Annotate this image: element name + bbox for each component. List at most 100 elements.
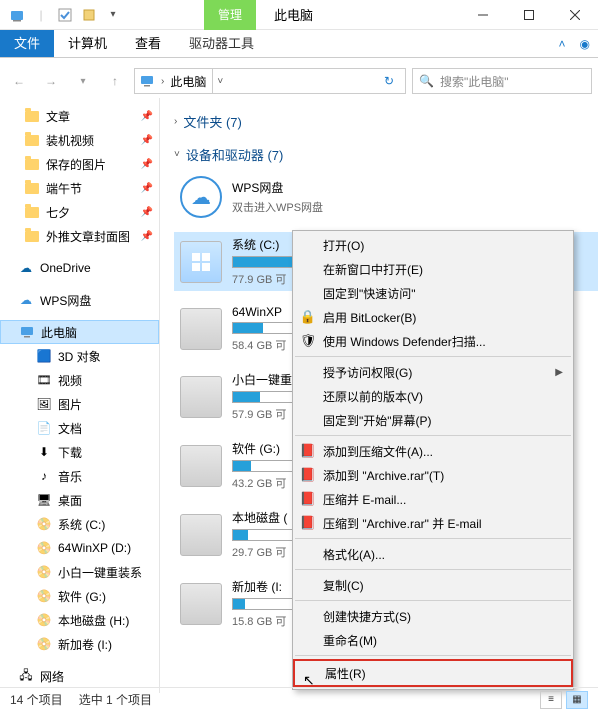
menu-item[interactable]: 📕添加到压缩文件(A)... (293, 439, 573, 463)
item-icon: ⬇ (36, 444, 52, 460)
drive-icon (180, 241, 222, 283)
manage-tab[interactable]: 管理 (204, 0, 256, 30)
pin-icon: 📌 (141, 111, 153, 122)
tree-item[interactable]: 📀软件 (G:) (0, 584, 159, 608)
folder-icon (24, 132, 40, 148)
menu-item[interactable]: 🛡使用 Windows Defender扫描... (293, 329, 573, 353)
breadcrumb[interactable]: 此电脑 (170, 73, 206, 90)
tree-network[interactable]: 🖧网络 (0, 664, 159, 688)
tab-computer[interactable]: 计算机 (54, 30, 121, 57)
quick-access-toolbar: | ▾ (0, 4, 124, 26)
up-button[interactable]: ↑ (102, 68, 128, 94)
menu-item[interactable]: 重命名(M) (293, 628, 573, 652)
minimize-button[interactable] (460, 0, 506, 30)
qat-checkbox-icon[interactable] (54, 4, 76, 26)
item-icon: 📀 (36, 588, 52, 604)
tab-view[interactable]: 查看 (121, 30, 175, 57)
status-selection: 选中 1 个项目 (79, 691, 152, 708)
tree-item[interactable]: 装机视频📌 (0, 128, 159, 152)
menu-item[interactable]: 授予访问权限(G)▶ (293, 360, 573, 384)
view-tiles-button[interactable]: ▦ (566, 691, 588, 709)
drive-icon (180, 376, 222, 418)
pin-icon: 📌 (141, 231, 153, 242)
maximize-button[interactable] (506, 0, 552, 30)
tree-label: 音乐 (58, 468, 82, 485)
tree-label: WPS网盘 (40, 292, 91, 309)
tree-label: 3D 对象 (58, 348, 101, 365)
menu-item[interactable]: 打开(O) (293, 233, 573, 257)
menu-item[interactable]: 创建快捷方式(S) (293, 604, 573, 628)
item-icon: 📀 (36, 516, 52, 532)
tree-label: OneDrive (40, 261, 91, 275)
search-icon: 🔍 (419, 74, 434, 88)
help-icon[interactable]: ◉ (580, 37, 590, 51)
tree-label: 小白一键重装系 (58, 564, 142, 581)
tree-item[interactable]: 🎞视频 (0, 368, 159, 392)
tab-file[interactable]: 文件 (0, 30, 54, 57)
tree-onedrive[interactable]: ☁ OneDrive (0, 256, 159, 280)
tree-item[interactable]: 📄文档 (0, 416, 159, 440)
menu-item[interactable]: 📕压缩并 E-mail... (293, 487, 573, 511)
tree-item[interactable]: 📀新加卷 (I:) (0, 632, 159, 656)
item-icon: 🖼 (36, 396, 52, 412)
tree-item[interactable]: 外推文章封面图📌 (0, 224, 159, 248)
window-controls (460, 0, 598, 30)
cloud-icon: ☁ (18, 292, 34, 308)
tree-item[interactable]: 🟦3D 对象 (0, 344, 159, 368)
item-icon: 🖥 (36, 492, 52, 508)
tree-item[interactable]: 七夕📌 (0, 200, 159, 224)
cloud-icon: ☁ (18, 260, 34, 276)
tree-item[interactable]: ♪音乐 (0, 464, 159, 488)
tree-item[interactable]: 📀本地磁盘 (H:) (0, 608, 159, 632)
tree-item[interactable]: 端午节📌 (0, 176, 159, 200)
crumb-arrow-icon[interactable]: › (161, 76, 164, 87)
submenu-arrow-icon: ▶ (555, 367, 563, 378)
tree-item[interactable]: 📀64WinXP (D:) (0, 536, 159, 560)
refresh-button[interactable]: ↻ (377, 74, 401, 88)
qat-separator: | (30, 4, 52, 26)
address-dropdown-icon[interactable]: ˅ (212, 69, 227, 93)
tree-wps[interactable]: ☁ WPS网盘 (0, 288, 159, 312)
menu-separator (295, 655, 571, 656)
close-button[interactable] (552, 0, 598, 30)
tree-item[interactable]: 📀小白一键重装系 (0, 560, 159, 584)
menu-item[interactable]: 复制(C) (293, 573, 573, 597)
menu-item[interactable]: 在新窗口中打开(E) (293, 257, 573, 281)
menu-item[interactable]: 🔒启用 BitLocker(B) (293, 305, 573, 329)
properties-icon[interactable] (78, 4, 100, 26)
search-input[interactable]: 🔍 搜索"此电脑" (412, 68, 592, 94)
menu-item[interactable]: 📕添加到 "Archive.rar"(T) (293, 463, 573, 487)
menu-item[interactable]: 固定到"开始"屏幕(P) (293, 408, 573, 432)
menu-separator (295, 538, 571, 539)
tree-item[interactable]: 📀系统 (C:) (0, 512, 159, 536)
menu-item[interactable]: 格式化(A)... (293, 542, 573, 566)
menu-item-label: 压缩到 "Archive.rar" 并 E-mail (323, 515, 482, 532)
tree-item[interactable]: 保存的图片📌 (0, 152, 159, 176)
menu-item[interactable]: 还原以前的版本(V) (293, 384, 573, 408)
address-bar[interactable]: › 此电脑 ˅ ↻ (134, 68, 406, 94)
menu-item[interactable]: 属性(R)↖ (293, 659, 573, 687)
menu-item[interactable]: 固定到"快速访问" (293, 281, 573, 305)
qat-dropdown-icon[interactable]: ▾ (102, 4, 124, 26)
item-icon: 📀 (36, 636, 52, 652)
tree-item[interactable]: 文章📌 (0, 104, 159, 128)
wps-drive-item[interactable]: ☁ WPS网盘 双击进入WPS网盘 (174, 172, 598, 222)
group-folders[interactable]: › 文件夹 (7) (174, 112, 598, 131)
tree-item[interactable]: 🖼图片 (0, 392, 159, 416)
tree-item[interactable]: ⬇下载 (0, 440, 159, 464)
tab-drive-tools[interactable]: 驱动器工具 (175, 30, 268, 57)
item-icon: 🎞 (36, 372, 52, 388)
back-button[interactable]: ← (6, 68, 32, 94)
forward-button[interactable]: → (38, 68, 64, 94)
menu-item[interactable]: 📕 压缩到 "Archive.rar" 并 E-mail (293, 511, 573, 535)
view-details-button[interactable]: ≡ (540, 691, 562, 709)
menu-separator (295, 600, 571, 601)
tree-item[interactable]: 🖥桌面 (0, 488, 159, 512)
recent-locations-icon[interactable]: ▾ (70, 68, 96, 94)
tree-this-pc[interactable]: 此电脑 (0, 320, 159, 344)
tree-label: 端午节 (46, 180, 82, 197)
expand-ribbon-icon[interactable]: ˄ (559, 37, 566, 51)
group-devices[interactable]: ˅ 设备和驱动器 (7) (174, 145, 598, 164)
menu-item-icon: 📕 (299, 515, 317, 531)
group-folders-label: 文件夹 (7) (183, 112, 242, 131)
